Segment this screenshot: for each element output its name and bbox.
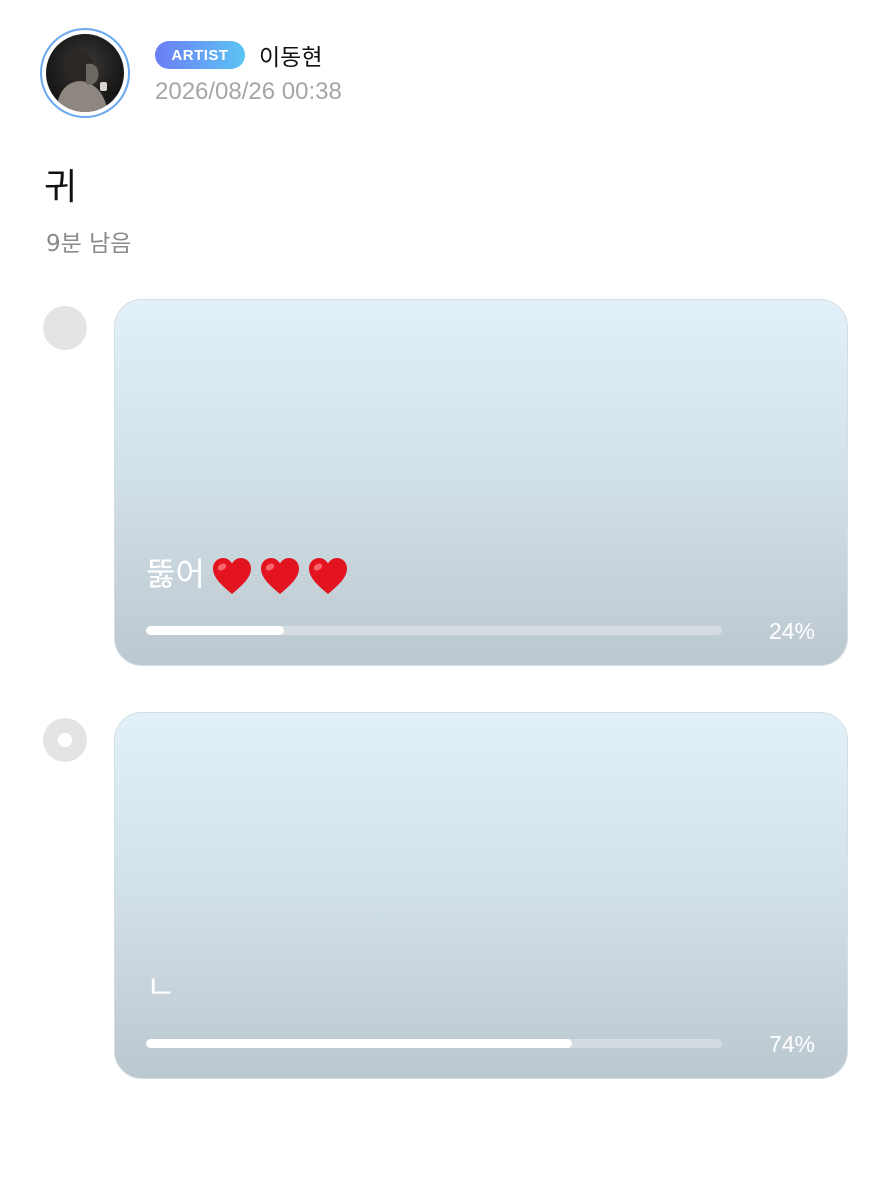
option-2-radio[interactable] [43, 718, 87, 762]
post-timestamp: 2026/08/26 00:38 [155, 78, 342, 105]
author-name[interactable]: 이동현 [259, 38, 322, 72]
option-1-progress-track [146, 626, 722, 635]
profile-photo [46, 34, 124, 112]
option-2-text: ㄴ [146, 968, 176, 1006]
post-meta: ARTIST 이동현 2026/08/26 00:38 [155, 28, 342, 106]
heart-icon [308, 558, 347, 594]
option-2-label: ㄴ [146, 971, 175, 1003]
option-2-progress-fill [146, 1039, 573, 1048]
option-1-progress-fill [146, 626, 285, 635]
post-header: ARTIST 이동현 2026/08/26 00:38 [40, 28, 342, 118]
person-silhouette-icon [56, 51, 108, 112]
option-2-progress-track [146, 1039, 722, 1048]
heart-icon [260, 558, 299, 594]
avatar[interactable] [40, 28, 130, 118]
artist-badge: ARTIST [155, 41, 245, 69]
option-1-text: 뚫어 [146, 555, 205, 593]
option-1-label: 뚫어 [146, 556, 349, 596]
heart-icon [212, 558, 251, 594]
poll-option-1[interactable]: 뚫어 24% [114, 299, 848, 666]
author-row: ARTIST 이동현 [155, 38, 342, 72]
option-1-radio[interactable] [43, 306, 87, 350]
option-1-percent: 24% [768, 618, 815, 644]
poll-question: 귀 [44, 167, 78, 208]
poll-time-remaining: 9분 남음 [46, 231, 132, 257]
option-2-percent: 74% [768, 1031, 815, 1057]
poll-option-2[interactable]: ㄴ 74% [114, 712, 848, 1079]
